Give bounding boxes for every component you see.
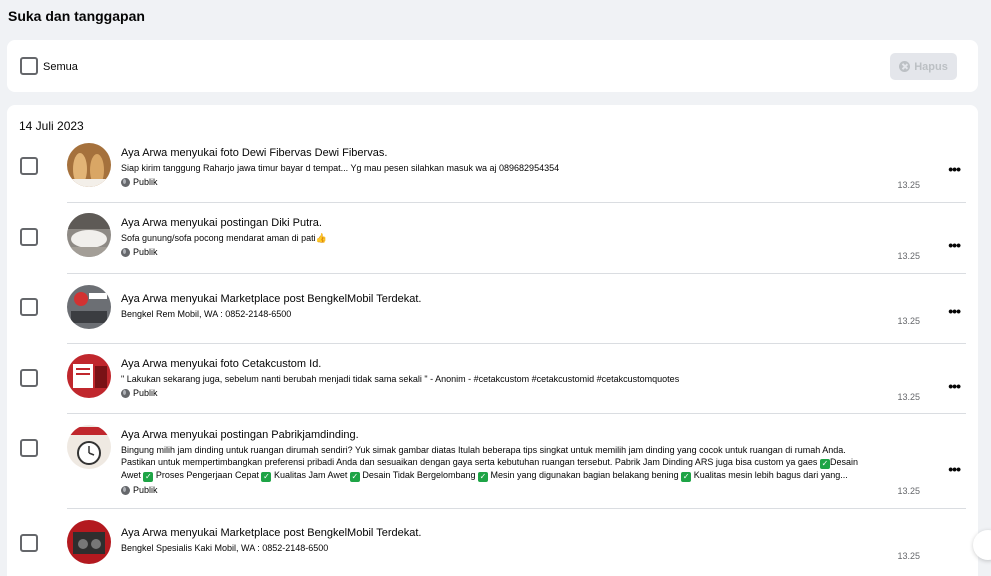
more-options-icon[interactable]: ••• bbox=[948, 378, 961, 394]
item-checkbox[interactable] bbox=[20, 369, 38, 387]
item-description: Bingung milih jam dinding untuk ruangan … bbox=[121, 445, 858, 482]
item-headline[interactable]: Aya Arwa menyukai postingan Diki Putra. bbox=[121, 216, 903, 230]
green-check-icon: ✓ bbox=[478, 472, 488, 482]
delete-button[interactable]: Hapus bbox=[890, 53, 957, 80]
more-options-icon[interactable]: ••• bbox=[948, 303, 961, 319]
actor-name: Aya Arwa bbox=[121, 429, 168, 441]
actor-name: Aya Arwa bbox=[121, 293, 168, 305]
actor-name: Aya Arwa bbox=[121, 527, 168, 539]
thumbnail[interactable] bbox=[67, 213, 111, 257]
divider bbox=[67, 413, 966, 414]
more-options-icon[interactable]: ••• bbox=[948, 237, 961, 253]
item-checkbox[interactable] bbox=[20, 534, 38, 552]
clear-icon bbox=[899, 61, 911, 72]
actor-name: Aya Arwa bbox=[121, 358, 168, 370]
thumbnail[interactable] bbox=[67, 425, 111, 469]
more-options-icon[interactable]: ••• bbox=[948, 461, 961, 477]
item-description: Bengkel Spesialis Kaki Mobil, WA : 0852-… bbox=[121, 543, 329, 553]
action-verb: menyukai bbox=[170, 429, 218, 441]
item-time: 13.25 bbox=[897, 316, 920, 326]
action-object: foto Cetakcustom Id. bbox=[220, 358, 322, 370]
select-all-checkbox[interactable] bbox=[20, 57, 38, 75]
action-object: Marketplace post BengkelMobil Terdekat. bbox=[220, 527, 422, 539]
action-object: foto Dewi Fibervas Dewi Fibervas. bbox=[220, 147, 388, 159]
action-object: postingan Diki Putra. bbox=[220, 217, 322, 229]
action-verb: menyukai bbox=[170, 527, 218, 539]
item-checkbox[interactable] bbox=[20, 228, 38, 246]
globe-icon bbox=[121, 247, 130, 257]
privacy-label: Publik bbox=[121, 485, 903, 495]
divider bbox=[67, 343, 966, 344]
item-description: Siap kirim tanggung Raharjo jawa timur b… bbox=[121, 163, 560, 173]
item-time: 13.25 bbox=[897, 551, 920, 561]
item-description: Sofa gunung/sofa pocong mendarat aman di… bbox=[121, 233, 327, 243]
action-verb: menyukai bbox=[170, 293, 218, 305]
action-verb: menyukai bbox=[170, 147, 218, 159]
globe-icon bbox=[121, 177, 130, 187]
page-title: Suka dan tanggapan bbox=[8, 8, 145, 24]
green-check-icon: ✓ bbox=[681, 472, 692, 482]
action-object: Marketplace post BengkelMobil Terdekat. bbox=[220, 293, 422, 305]
more-options-icon[interactable]: ••• bbox=[948, 161, 961, 177]
item-headline[interactable]: Aya Arwa menyukai postingan Pabrikjamdin… bbox=[121, 428, 903, 442]
date-header: 14 Juli 2023 bbox=[19, 119, 84, 133]
green-check-icon: ✓ bbox=[143, 472, 154, 482]
globe-icon bbox=[121, 485, 130, 495]
item-time: 13.25 bbox=[897, 251, 920, 261]
item-headline[interactable]: Aya Arwa menyukai Marketplace post Bengk… bbox=[121, 526, 903, 540]
green-check-icon: ✓ bbox=[349, 472, 360, 482]
divider bbox=[67, 273, 966, 274]
filter-bar: Semua Hapus bbox=[7, 40, 978, 92]
green-check-icon: ✓ bbox=[819, 459, 830, 469]
item-checkbox[interactable] bbox=[20, 439, 38, 457]
green-check-icon: ✓ bbox=[261, 472, 272, 482]
select-all-label[interactable]: Semua bbox=[43, 61, 78, 73]
item-headline[interactable]: Aya Arwa menyukai Marketplace post Bengk… bbox=[121, 292, 903, 306]
item-headline[interactable]: Aya Arwa menyukai foto Cetakcustom Id. bbox=[121, 357, 903, 371]
privacy-label: Publik bbox=[121, 177, 903, 187]
activity-list: 14 Juli 2023 Aya Arwa menyukai foto Dewi… bbox=[7, 105, 978, 576]
item-description: Bengkel Rem Mobil, WA : 0852-2148-6500 bbox=[121, 309, 292, 319]
item-headline[interactable]: Aya Arwa menyukai foto Dewi Fibervas Dew… bbox=[121, 146, 903, 160]
thumbnail[interactable] bbox=[67, 520, 111, 564]
divider bbox=[67, 508, 966, 509]
item-time: 13.25 bbox=[897, 486, 920, 496]
delete-button-label: Hapus bbox=[914, 60, 948, 73]
thumbnail[interactable] bbox=[67, 285, 111, 329]
action-verb: menyukai bbox=[170, 358, 218, 370]
item-description: " Lakukan sekarang juga, sebelum nanti b… bbox=[121, 374, 680, 384]
thumbnail[interactable] bbox=[67, 143, 111, 187]
item-checkbox[interactable] bbox=[20, 298, 38, 316]
globe-icon bbox=[121, 388, 130, 398]
action-object: postingan Pabrikjamdinding. bbox=[220, 429, 359, 441]
item-time: 13.25 bbox=[897, 180, 920, 190]
item-time: 13.25 bbox=[897, 392, 920, 402]
actor-name: Aya Arwa bbox=[121, 217, 168, 229]
divider bbox=[67, 202, 966, 203]
thumbnail[interactable] bbox=[67, 354, 111, 398]
privacy-label: Publik bbox=[121, 388, 903, 398]
action-verb: menyukai bbox=[170, 217, 218, 229]
privacy-label: Publik bbox=[121, 247, 903, 257]
actor-name: Aya Arwa bbox=[121, 147, 168, 159]
item-checkbox[interactable] bbox=[20, 157, 38, 175]
